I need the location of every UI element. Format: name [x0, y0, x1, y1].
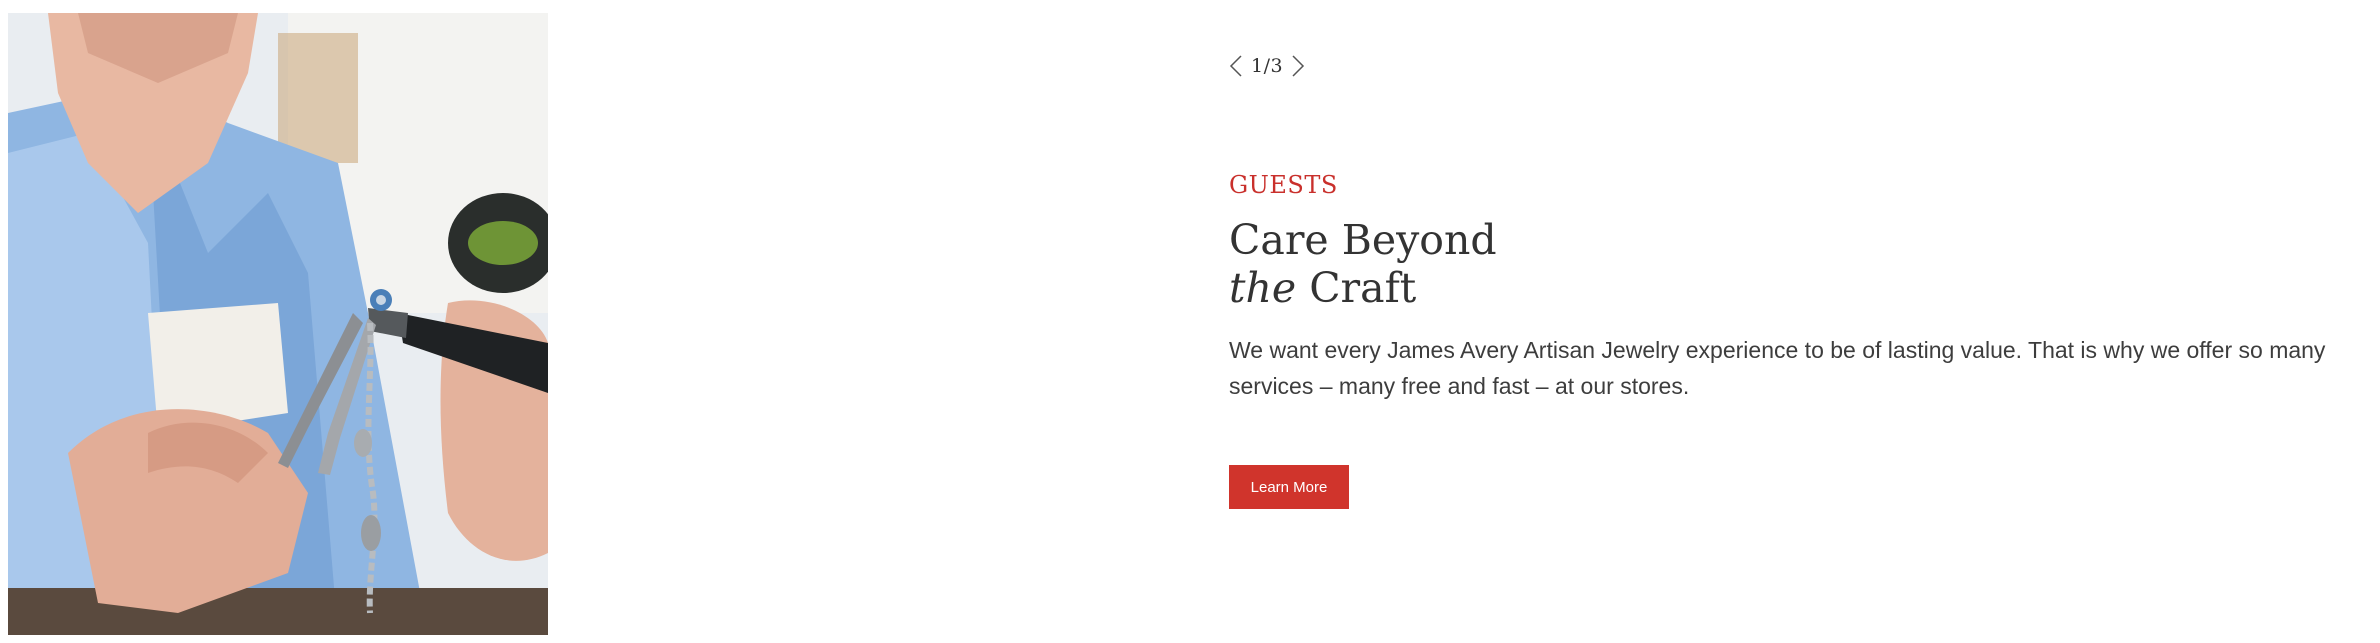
body-copy: We want every James Avery Artisan Jewelr…	[1229, 337, 2326, 399]
chevron-left-icon	[1229, 55, 1242, 77]
page: 1/3 GUESTS Care Beyond the Craft We want…	[0, 0, 2380, 643]
eyebrow-label: GUESTS	[1229, 171, 1338, 199]
slide-content: GUESTS Care Beyond the Craft We want eve…	[1229, 168, 2349, 404]
hero-image-artisan-repairing-bracelet	[8, 13, 548, 635]
slide-counter: 1/3	[1251, 55, 1284, 77]
learn-more-button[interactable]: Learn More	[1229, 465, 1349, 509]
slider-next-button[interactable]	[1289, 52, 1307, 80]
headline-line-1: Care Beyond	[1229, 216, 1497, 264]
slider-prev-button[interactable]	[1227, 52, 1245, 80]
headline-italic: the	[1229, 264, 1297, 312]
headline: Care Beyond the Craft	[1229, 216, 2349, 312]
slider-nav: 1/3	[1227, 52, 1307, 80]
headline-rest: Craft	[1296, 264, 1417, 312]
chevron-right-icon	[1292, 55, 1305, 77]
